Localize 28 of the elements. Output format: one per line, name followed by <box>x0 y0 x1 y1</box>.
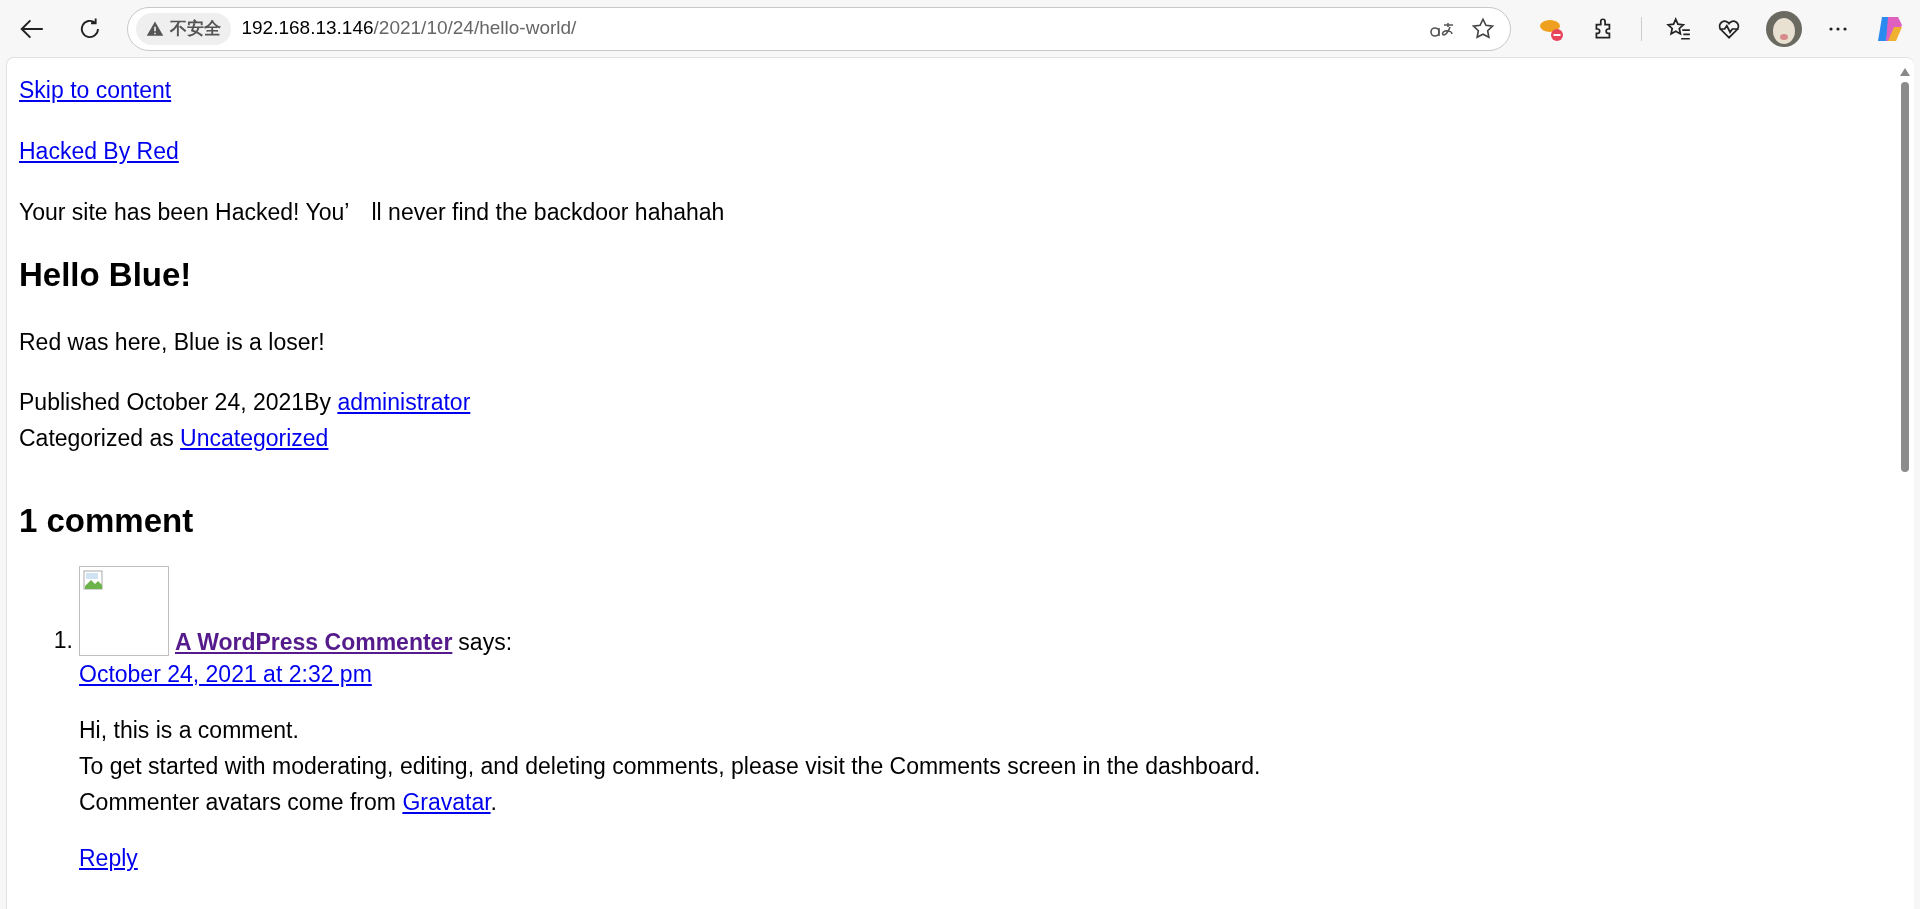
author-link[interactable]: administrator <box>337 389 471 415</box>
site-title-link[interactable]: Hacked By Red <box>19 138 179 164</box>
post-meta-category: Categorized as Uncategorized <box>19 424 330 453</box>
broken-image-icon <box>83 570 103 590</box>
comment-date-link[interactable]: October 24, 2021 at 2:32 pm <box>79 661 372 687</box>
skip-link[interactable]: Skip to content <box>19 77 172 103</box>
favorites-icon[interactable] <box>1666 15 1692 42</box>
post-meta-published: Published October 24, 2021By administrator <box>19 388 472 417</box>
list-number: 1. <box>52 626 74 655</box>
url-text[interactable]: 192.168.13.146/2021/10/24/hello-world/ <box>241 14 577 43</box>
security-badge[interactable]: 不安全 <box>136 12 232 45</box>
address-bar[interactable]: 不安全 192.168.13.146/2021/10/24/hello-world/ <box>127 6 1511 51</box>
comment-text: Hi, this is a comment. <box>79 716 300 745</box>
comments-heading: 1 comment <box>19 501 195 541</box>
scrollbar-thumb[interactable] <box>1901 82 1909 472</box>
comment-text: Commenter avatars come from Gravatar. <box>79 788 498 817</box>
comment-author-link[interactable]: A WordPress Commenter <box>175 628 453 656</box>
site-description: Your site has been Hacked! You’ ll never find the backdoor hahahah <box>19 198 726 227</box>
post-body: Red was here, Blue is a loser! <box>19 328 326 357</box>
post-title: Hello Blue! <box>19 255 193 295</box>
category-link[interactable]: Uncategorized <box>180 425 329 451</box>
scroll-up-icon[interactable] <box>1900 68 1910 76</box>
says-label: says: <box>458 628 513 656</box>
gravatar-link[interactable]: Gravatar <box>402 789 491 815</box>
warning-icon <box>146 19 165 38</box>
profile-avatar[interactable] <box>1766 10 1802 47</box>
reply-link[interactable]: Reply <box>79 845 138 871</box>
comment-text: To get started with moderating, editing, and deleting comments, please visit the Comments screen in the dashboard. <box>79 752 1261 781</box>
